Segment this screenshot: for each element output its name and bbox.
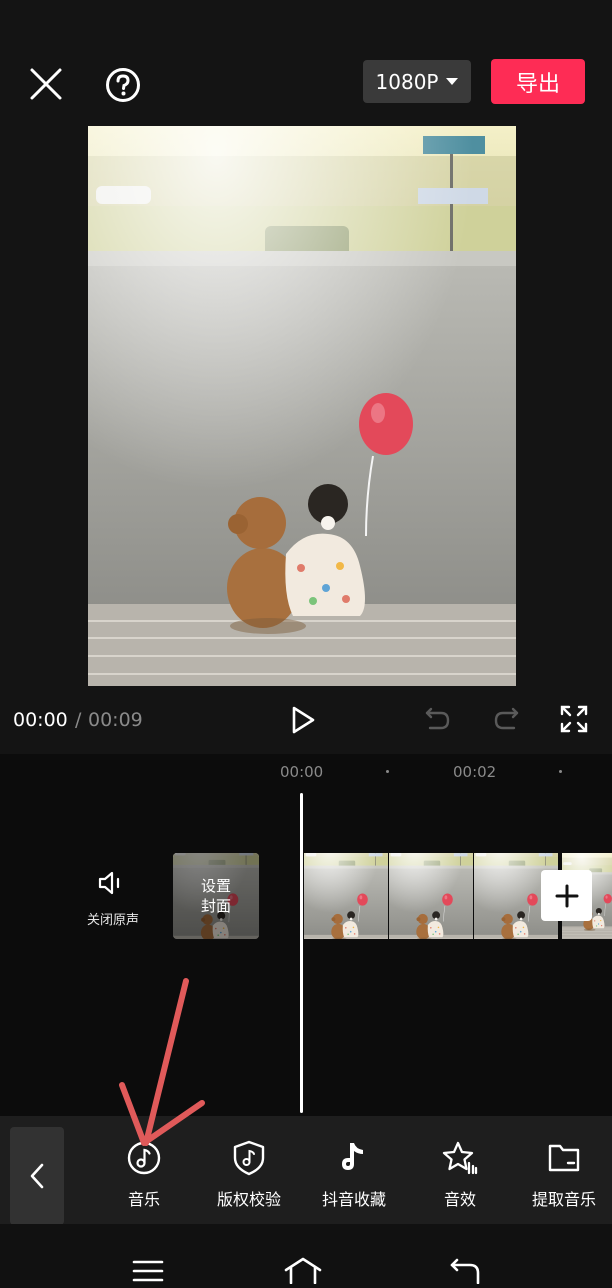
add-clip-button[interactable] (541, 870, 592, 921)
folder-icon (544, 1138, 584, 1178)
toolbar-item-extract-music[interactable]: 提取音乐 (514, 1138, 612, 1210)
fullscreen-icon (560, 705, 588, 733)
toolbar-item-label: 版权校验 (216, 1190, 281, 1209)
system-home-button[interactable] (283, 1256, 323, 1285)
toolbar-back-button[interactable] (10, 1127, 64, 1225)
timeline-tick: 00:00 (280, 763, 324, 781)
menu-icon (132, 1260, 164, 1282)
speaker-icon (98, 871, 120, 895)
video-clip-frame[interactable] (389, 853, 473, 939)
video-clip-frame[interactable] (304, 853, 388, 939)
set-cover-label: 设置 封面 (200, 877, 231, 915)
timeline-tick-dot (559, 770, 562, 773)
plus-icon (555, 884, 578, 907)
toolbar-item-label: 音乐 (127, 1190, 160, 1209)
export-label: 导出 (515, 71, 560, 97)
timeline-tick-dot (386, 770, 389, 773)
toolbar-item-label: 音效 (443, 1190, 476, 1209)
system-menu-button[interactable] (132, 1258, 164, 1284)
caret-down-icon (446, 78, 459, 85)
playhead[interactable] (300, 793, 303, 1113)
total-duration: 00:09 (88, 709, 143, 731)
help-button[interactable] (100, 62, 146, 108)
toolbar-item-douyin-favorites[interactable]: 抖音收藏 (304, 1138, 404, 1210)
resolution-dropdown[interactable]: 1080P (363, 60, 471, 103)
undo-button[interactable] (422, 704, 452, 734)
toolbar-item-music[interactable]: 音乐 (94, 1138, 194, 1210)
mute-original-sound-button[interactable] (96, 868, 126, 898)
question-circle-icon (106, 68, 140, 102)
fullscreen-button[interactable] (559, 704, 589, 734)
toolbar-item-label: 抖音收藏 (321, 1190, 386, 1209)
douyin-icon (334, 1138, 374, 1178)
video-preview[interactable] (88, 126, 516, 686)
timeline-tick: 00:02 (453, 763, 497, 781)
redo-icon (494, 707, 519, 730)
export-button[interactable]: 导出 (491, 59, 585, 104)
system-back-button[interactable] (448, 1256, 482, 1285)
current-time: 00:00 (13, 709, 68, 731)
toolbar-item-sound-effects[interactable]: 音效 (410, 1138, 510, 1210)
chevron-left-icon (30, 1163, 44, 1189)
undo-icon (425, 707, 450, 730)
play-button[interactable] (288, 704, 318, 736)
toolbar-item-copyright-check[interactable]: 版权校验 (199, 1138, 299, 1210)
back-arrow-icon (450, 1258, 480, 1285)
play-icon (292, 706, 315, 734)
close-icon (30, 68, 62, 100)
music-note-icon (124, 1138, 164, 1178)
star-sound-icon (440, 1138, 480, 1178)
shield-music-icon (229, 1138, 269, 1178)
mute-original-sound-label: 关闭原声 (86, 913, 139, 928)
time-separator: / (75, 709, 82, 731)
home-icon (284, 1257, 322, 1285)
toolbar-item-label: 提取音乐 (531, 1190, 596, 1209)
resolution-label: 1080P (375, 69, 439, 94)
close-button[interactable] (24, 62, 68, 106)
redo-button[interactable] (492, 704, 522, 734)
